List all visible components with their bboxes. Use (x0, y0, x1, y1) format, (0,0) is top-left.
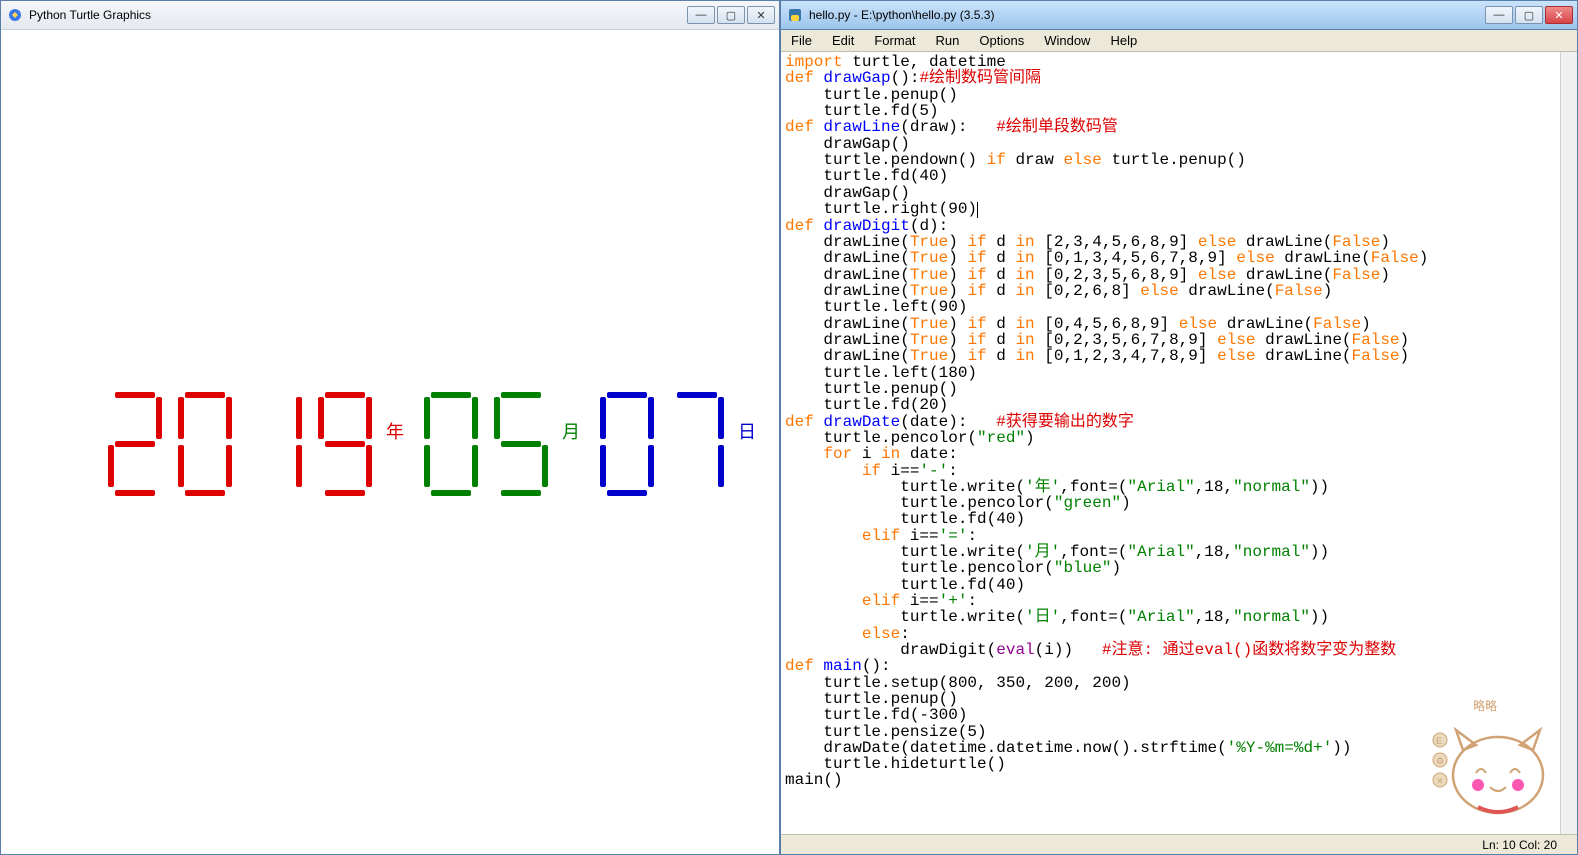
code-line: drawLine(True) if d in [0,2,6,8] else dr… (785, 283, 1556, 299)
code-line: drawDigit(eval(i)) #注意: 通过eval()函数将数字变为整… (785, 642, 1556, 658)
code-line: def main(): (785, 658, 1556, 674)
code-line: turtle.write('年',font=("Arial",18,"norma… (785, 479, 1556, 495)
code-line: drawLine(True) if d in [0,4,5,6,8,9] els… (785, 316, 1556, 332)
code-line: turtle.pencolor("green") (785, 495, 1556, 511)
svg-text:⚙: ⚙ (1436, 756, 1444, 766)
code-line: drawGap() (785, 185, 1556, 201)
code-line: import turtle, datetime (785, 54, 1556, 70)
digit-0 (598, 392, 656, 496)
menu-help[interactable]: Help (1100, 31, 1147, 50)
code-line: turtle.write('日',font=("Arial",18,"norma… (785, 609, 1556, 625)
idle-app-icon (787, 7, 803, 23)
code-line: drawGap() (785, 136, 1556, 152)
code-line: turtle.pencolor("blue") (785, 560, 1556, 576)
vertical-scrollbar[interactable] (1560, 52, 1577, 834)
code-line: def drawLine(draw): #绘制单段数码管 (785, 119, 1556, 135)
label-year: 年 (386, 418, 404, 444)
code-line: def drawDigit(d): (785, 218, 1556, 234)
menu-window[interactable]: Window (1034, 31, 1100, 50)
digit-0 (176, 392, 234, 496)
idle-titlebar[interactable]: hello.py - E:\python\hello.py (3.5.3) — … (781, 1, 1577, 30)
code-line: drawLine(True) if d in [0,1,3,4,5,6,7,8,… (785, 250, 1556, 266)
code-line: turtle.left(180) (785, 365, 1556, 381)
menu-file[interactable]: File (781, 31, 822, 50)
code-line: turtle.fd(20) (785, 397, 1556, 413)
code-line: if i=='-': (785, 463, 1556, 479)
code-line: turtle.setup(800, 350, 200, 200) (785, 675, 1556, 691)
idle-title: hello.py - E:\python\hello.py (3.5.3) (809, 8, 1485, 22)
code-line: for i in date: (785, 446, 1556, 462)
svg-text:E: E (1436, 736, 1442, 746)
turtle-titlebar[interactable]: Python Turtle Graphics — ▢ ✕ (1, 1, 779, 30)
idle-window: hello.py - E:\python\hello.py (3.5.3) — … (780, 0, 1578, 855)
minimize-button[interactable]: — (687, 6, 715, 24)
code-line: elif i=='+': (785, 593, 1556, 609)
seven-segment-date: 年月日 (106, 392, 768, 496)
code-line: drawLine(True) if d in [0,2,3,5,6,7,8,9]… (785, 332, 1556, 348)
code-line: elif i=='=': (785, 528, 1556, 544)
close-button[interactable]: ✕ (747, 6, 775, 24)
menu-format[interactable]: Format (864, 31, 925, 50)
code-line: turtle.fd(40) (785, 168, 1556, 184)
minimize-button[interactable]: — (1485, 6, 1513, 24)
menu-options[interactable]: Options (969, 31, 1034, 50)
code-line: turtle.pencolor("red") (785, 430, 1556, 446)
code-line: else: (785, 626, 1556, 642)
cursor-position: Ln: 10 Col: 20 (1482, 838, 1557, 852)
close-button[interactable]: ✕ (1545, 6, 1573, 24)
digit-2 (106, 392, 164, 496)
code-line: def drawGap():#绘制数码管间隔 (785, 70, 1556, 86)
digit-0 (422, 392, 480, 496)
turtle-canvas: 年月日 (1, 30, 779, 854)
code-line: turtle.fd(40) (785, 577, 1556, 593)
idle-window-buttons: — ▢ ✕ (1485, 6, 1573, 24)
code-line: turtle.fd(40) (785, 511, 1556, 527)
label-month: 月 (562, 418, 580, 444)
idle-menubar: FileEditFormatRunOptionsWindowHelp (781, 30, 1577, 52)
code-line: turtle.penup() (785, 87, 1556, 103)
code-line: turtle.left(90) (785, 299, 1556, 315)
maximize-button[interactable]: ▢ (1515, 6, 1543, 24)
digit-5 (492, 392, 550, 496)
sticker-text: 略略 (1473, 698, 1497, 713)
code-line: drawLine(True) if d in [2,3,4,5,6,8,9] e… (785, 234, 1556, 250)
cat-sticker: 略略 E ⚙ ✕ (1428, 695, 1558, 825)
code-line: turtle.right(90) (785, 201, 1556, 218)
code-line: drawLine(True) if d in [0,1,2,3,4,7,8,9]… (785, 348, 1556, 364)
digit-9 (316, 392, 374, 496)
turtle-window: Python Turtle Graphics — ▢ ✕ 年 月 日 (0, 0, 780, 855)
maximize-button[interactable]: ▢ (717, 6, 745, 24)
code-line: turtle.fd(5) (785, 103, 1556, 119)
menu-run[interactable]: Run (926, 31, 970, 50)
idle-statusbar: Ln: 10 Col: 20 (781, 834, 1577, 854)
turtle-title: Python Turtle Graphics (29, 8, 687, 22)
label-day: 日 (738, 418, 756, 444)
menu-edit[interactable]: Edit (822, 31, 864, 50)
svg-text:✕: ✕ (1436, 776, 1444, 786)
turtle-app-icon (7, 7, 23, 23)
code-line: def drawDate(date): #获得要输出的数字 (785, 414, 1556, 430)
code-line: drawLine(True) if d in [0,2,3,5,6,8,9] e… (785, 267, 1556, 283)
code-line: turtle.pendown() if draw else turtle.pen… (785, 152, 1556, 168)
turtle-window-buttons: — ▢ ✕ (687, 6, 775, 24)
digit-1 (246, 392, 304, 496)
code-line: turtle.write('月',font=("Arial",18,"norma… (785, 544, 1556, 560)
digit-7 (668, 392, 726, 496)
code-line: turtle.penup() (785, 381, 1556, 397)
